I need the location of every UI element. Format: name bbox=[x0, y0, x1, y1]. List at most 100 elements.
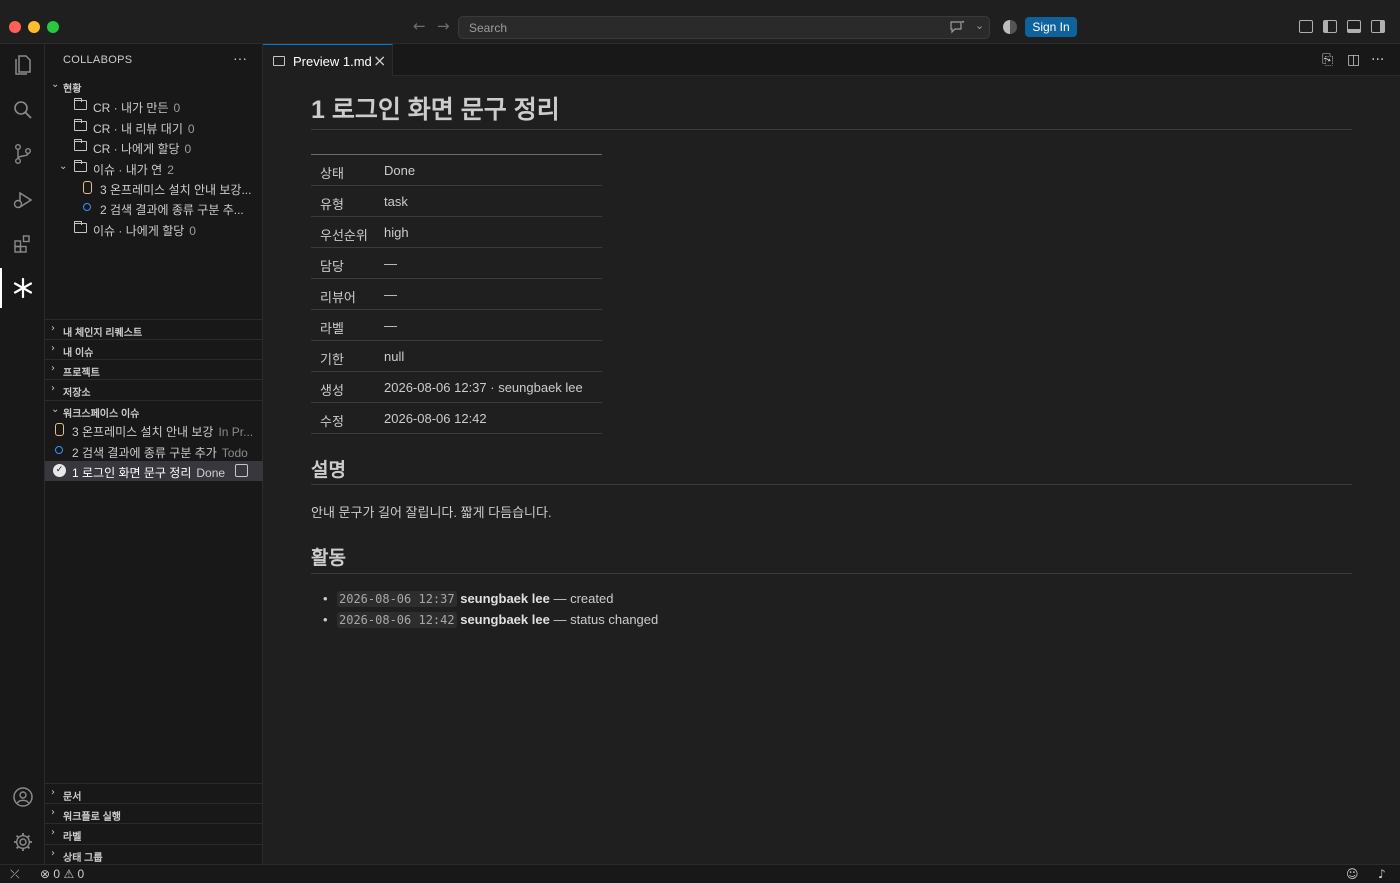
split-editor-icon[interactable]: ◫ bbox=[1347, 52, 1360, 68]
tab-label: Preview 1.md bbox=[293, 54, 372, 69]
section-my-change-requests[interactable]: › 내 체인지 리퀘스트 bbox=[45, 319, 263, 339]
folder-icon bbox=[73, 160, 87, 172]
description-text: 안내 문구가 길어 잘립니다. 짧게 다듬습니다. bbox=[311, 505, 552, 520]
more-actions-icon[interactable]: ··· bbox=[233, 50, 247, 66]
activity-heading: 활동 bbox=[311, 548, 346, 569]
table-row: 유형 task bbox=[311, 186, 602, 217]
chevron-right-icon: › bbox=[51, 323, 55, 334]
sidebar-title: COLLABOPS bbox=[63, 54, 133, 66]
in-progress-icon bbox=[55, 423, 64, 436]
forward-arrow-icon[interactable]: → bbox=[437, 17, 450, 35]
account-icon[interactable] bbox=[0, 777, 45, 817]
chevron-down-icon: ⌄ bbox=[59, 161, 68, 172]
folder-icon bbox=[73, 98, 87, 110]
section-repositories[interactable]: › 저장소 bbox=[45, 379, 263, 399]
toggle-secondary-sidebar-icon[interactable] bbox=[1371, 20, 1385, 33]
chevron-right-icon: › bbox=[51, 848, 55, 859]
extensions-icon[interactable] bbox=[0, 224, 45, 264]
customize-layout-icon[interactable] bbox=[1299, 20, 1313, 33]
status-section-header[interactable]: ⌄ 현황 bbox=[45, 76, 263, 96]
folder-icon bbox=[73, 139, 87, 151]
problems-indicator[interactable]: ⊗ 0 ⚠ 0 bbox=[40, 867, 84, 881]
activity-item: • 2026-08-06 12:42 seungbaek lee — statu… bbox=[323, 612, 659, 628]
page-title: 1 로그인 화면 문구 정리 bbox=[311, 96, 560, 124]
close-window-button[interactable] bbox=[9, 21, 21, 33]
search-icon[interactable] bbox=[0, 90, 45, 130]
chevron-right-icon: › bbox=[51, 787, 55, 798]
workspace-issue-3[interactable]: 3 온프레미스 설치 안내 보강 In Pr... bbox=[45, 420, 263, 440]
tree-item-cr-review[interactable]: CR · 내 리뷰 대기 0 bbox=[45, 117, 263, 137]
table-row: 라벨 — bbox=[311, 310, 602, 341]
tab-preview[interactable]: Preview 1.md × bbox=[263, 44, 393, 76]
search-placeholder: Search bbox=[469, 21, 508, 35]
maximize-window-button[interactable] bbox=[47, 21, 59, 33]
activity-bar bbox=[0, 44, 45, 864]
tab-bar: Preview 1.md × ⎘ ◫ ··· bbox=[263, 44, 1400, 76]
files-icon[interactable] bbox=[0, 44, 45, 84]
warning-icon: ⚠ bbox=[63, 867, 75, 881]
in-progress-icon bbox=[83, 181, 92, 194]
status-bar: ⤫ ⊗ 0 ⚠ 0 ☺ ♪ bbox=[0, 864, 1400, 883]
collabops-icon[interactable] bbox=[0, 268, 45, 308]
preview-icon bbox=[273, 56, 285, 66]
chevron-right-icon: › bbox=[51, 383, 55, 394]
tree-item-issues-opened[interactable]: ⌄ 이슈 · 내가 연2 bbox=[45, 158, 263, 178]
minimize-window-button[interactable] bbox=[28, 21, 40, 33]
sidebar: COLLABOPS ··· ⌄ 현황 CR · 내가 만든 0 CR · 내 리뷰… bbox=[45, 44, 263, 864]
table-row: 수정 2026-08-06 12:42 bbox=[311, 403, 602, 434]
title-bar: ← → Search ⌄ Sign In bbox=[0, 0, 1400, 44]
tree-item-issue-3[interactable]: 3 온프레미스 설치 안내 보강... bbox=[45, 178, 263, 198]
tree-item-cr-assigned[interactable]: CR · 나에게 할당 0 bbox=[45, 137, 263, 157]
table-row: 상태 Done bbox=[311, 155, 602, 186]
tree-item-issues-assigned[interactable]: 이슈 · 나에게 할당 0 bbox=[45, 219, 263, 239]
table-row: 기한 null bbox=[311, 341, 602, 372]
toggle-primary-sidebar-icon[interactable] bbox=[1323, 20, 1337, 33]
chat-icon[interactable] bbox=[949, 20, 965, 34]
more-actions-icon[interactable]: ··· bbox=[1371, 52, 1384, 68]
remote-icon[interactable]: ⤫ bbox=[10, 867, 20, 882]
divider bbox=[311, 129, 1352, 130]
close-icon[interactable]: × bbox=[373, 51, 386, 70]
activity-item: • 2026-08-06 12:37 seungbaek lee — creat… bbox=[323, 591, 614, 607]
table-row: 담당 — bbox=[311, 248, 602, 279]
description-heading: 설명 bbox=[311, 460, 346, 481]
section-projects[interactable]: › 프로젝트 bbox=[45, 359, 263, 379]
section-labels[interactable]: › 라벨 bbox=[45, 823, 263, 843]
command-center-search[interactable]: Search ⌄ bbox=[458, 16, 990, 39]
section-workflow-runs[interactable]: › 워크플로 실행 bbox=[45, 803, 263, 823]
todo-circle-icon bbox=[55, 446, 63, 454]
divider bbox=[311, 573, 1352, 574]
table-row: 우선순위 high bbox=[311, 217, 602, 248]
workspace-issue-1[interactable]: ✓ 1 로그인 화면 문구 정리 Done bbox=[45, 461, 263, 481]
workspace-issue-2[interactable]: 2 검색 결과에 종류 구분 추가 Todo bbox=[45, 441, 263, 461]
chevron-right-icon: › bbox=[51, 363, 55, 374]
tree-item-cr-created[interactable]: CR · 내가 만든 0 bbox=[45, 96, 263, 116]
sign-in-button[interactable]: Sign In bbox=[1025, 17, 1077, 37]
run-debug-icon[interactable] bbox=[0, 180, 45, 220]
chevron-right-icon: › bbox=[51, 343, 55, 354]
vscode-window: ← → Search ⌄ Sign In COLLABOPS ··· ⌄ 현황 … bbox=[0, 0, 1400, 883]
source-control-icon[interactable] bbox=[0, 134, 45, 174]
chevron-down-icon[interactable]: ⌄ bbox=[975, 19, 984, 32]
open-external-icon[interactable] bbox=[235, 464, 248, 477]
notifications-bell-icon[interactable]: ♪ bbox=[1378, 867, 1386, 881]
editor-area: Preview 1.md × ⎘ ◫ ··· 1 로그인 화면 문구 정리 상태… bbox=[263, 44, 1400, 864]
back-arrow-icon[interactable]: ← bbox=[413, 17, 426, 35]
folder-icon bbox=[73, 119, 87, 131]
open-source-icon[interactable]: ⎘ bbox=[1322, 52, 1333, 68]
section-my-issues[interactable]: › 내 이슈 bbox=[45, 339, 263, 359]
tree-item-issue-2[interactable]: 2 검색 결과에 종류 구분 추... bbox=[45, 198, 263, 218]
divider bbox=[311, 484, 1352, 485]
todo-circle-icon bbox=[83, 203, 91, 211]
table-row: 생성 2026-08-06 12:37 · seungbaek lee bbox=[311, 372, 602, 403]
copilot-status-icon[interactable] bbox=[1003, 20, 1017, 34]
settings-gear-icon[interactable] bbox=[0, 822, 45, 862]
done-check-icon: ✓ bbox=[53, 464, 66, 477]
toggle-panel-icon[interactable] bbox=[1347, 20, 1361, 33]
folder-icon bbox=[73, 221, 87, 233]
copilot-icon[interactable]: ☺ bbox=[1346, 867, 1359, 881]
table-row: 리뷰어 — bbox=[311, 279, 602, 310]
section-status-groups[interactable]: › 상태 그룹 bbox=[45, 844, 263, 864]
section-documents[interactable]: › 문서 bbox=[45, 783, 263, 803]
section-workspace-issues[interactable]: ⌄ 워크스페이스 이슈 bbox=[45, 400, 263, 420]
